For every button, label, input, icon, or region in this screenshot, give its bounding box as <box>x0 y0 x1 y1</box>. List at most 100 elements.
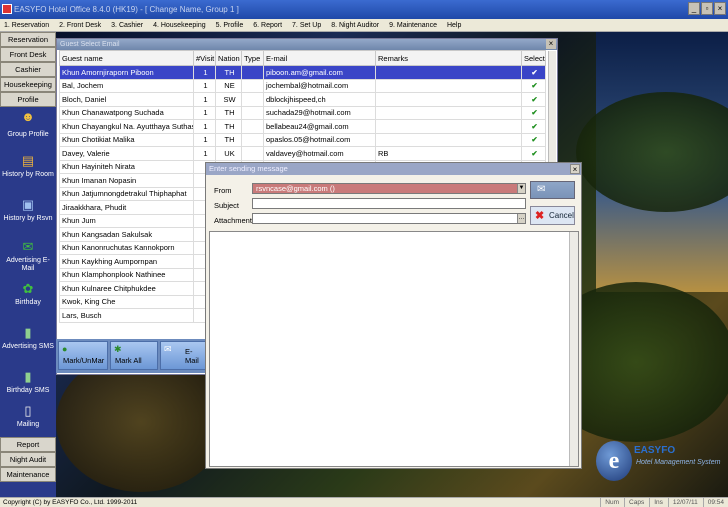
sidebar-birthday[interactable]: ✿ Birthday <box>0 279 56 323</box>
close-icon[interactable]: × <box>546 39 556 49</box>
cell-name: Khun Kangsadan Sakulsak <box>59 227 194 242</box>
menu-help[interactable]: Help <box>447 19 461 31</box>
table-row[interactable]: Khun Chanawatpong Suchada 1 TH suchada29@ho… <box>59 105 546 120</box>
attach-icon[interactable]: … <box>517 214 525 223</box>
cancel-icon: ✖ <box>535 210 545 222</box>
cell-select[interactable]: ✔ <box>521 65 546 80</box>
chevron-down-icon[interactable]: ▼ <box>517 184 525 193</box>
dialog-close-icon[interactable]: × <box>570 164 580 174</box>
sidebar-maintenance[interactable]: Maintenance <box>0 467 56 482</box>
sidebar-profile[interactable]: Profile <box>0 92 56 107</box>
col-nation[interactable]: Nation <box>215 50 242 66</box>
table-row[interactable]: Bloch, Daniel 1 SW dblockjhispeed,ch ✔ <box>59 92 546 107</box>
cancel-button[interactable]: ✖ Cancel <box>530 206 575 225</box>
email-icon: ✉ <box>164 344 172 354</box>
table-row[interactable]: Khun Amornjiraporn Piboon 1 TH piboon.am@gm… <box>59 65 546 80</box>
cell-email: jochembal@hotmail.com <box>263 78 376 93</box>
sidebar-housekeeping[interactable]: Housekeeping <box>0 77 56 92</box>
col-email[interactable]: E-mail <box>263 50 376 66</box>
col-select[interactable]: Select <box>521 50 546 66</box>
restore-button[interactable]: ▫ <box>701 2 713 15</box>
cell-name: Khun Kaykhing Aumpornpan <box>59 254 194 269</box>
cell-select[interactable]: ✔ <box>521 92 546 107</box>
cell-remarks: RB <box>375 146 522 161</box>
cell-remarks <box>375 119 522 134</box>
menu-cashier[interactable]: 3. Cashier <box>111 19 143 31</box>
menu-maintenance[interactable]: 9. Maintenance <box>389 19 437 31</box>
cell-select[interactable]: ✔ <box>521 105 546 120</box>
sidebar-front-desk[interactable]: Front Desk <box>0 47 56 62</box>
cell-name: Khun Imanan Nopasin <box>59 173 194 188</box>
copyright-text: Copyright (C) by EASYFO Co., Ltd. 1999-2… <box>3 499 138 506</box>
mark-all-icon: ✱ <box>114 344 122 354</box>
from-select[interactable]: rsvncase@gmail.com () ▼ <box>252 183 526 194</box>
mark-all-button[interactable]: ✱ Mark All <box>110 341 158 370</box>
menu-night-auditor[interactable]: 8. Night Auditor <box>331 19 379 31</box>
dialog-titlebar: Enter sending message × <box>206 163 581 175</box>
col-visit[interactable]: #Visit <box>193 50 216 66</box>
message-body[interactable] <box>209 231 579 467</box>
menu-profile[interactable]: 5. Profile <box>216 19 244 31</box>
menu-front-desk[interactable]: 2. Front Desk <box>59 19 101 31</box>
sidebar-history-rsvn[interactable]: ▣ History by Rsvn <box>0 195 56 237</box>
sidebar-reservation[interactable]: Reservation <box>0 32 56 47</box>
adv-sms-label: Advertising SMS <box>2 343 54 350</box>
sidebar-cashier[interactable]: Cashier <box>0 62 56 77</box>
col-guest-name[interactable]: Guest name <box>59 50 194 66</box>
subject-input[interactable] <box>252 198 526 209</box>
cell-name: Khun Kanonruchutas Kannokporn <box>59 240 194 255</box>
table-row[interactable]: Khun Chayangkul Na. Ayutthaya Suthasin 1 T… <box>59 119 546 134</box>
cell-select[interactable]: ✔ <box>521 146 546 161</box>
menu-reservation[interactable]: 1. Reservation <box>4 19 49 31</box>
cell-nation: TH <box>215 105 242 120</box>
attachment-input[interactable]: … <box>252 213 526 224</box>
cell-select[interactable]: ✔ <box>521 119 546 134</box>
cell-nation: SW <box>215 92 242 107</box>
table-row[interactable]: Bal, Jochem 1 NE jochembal@hotmail.com ✔ <box>59 78 546 93</box>
window-title: EASYFO Hotel Office 8.4.0 (HK19) - [ Cha… <box>14 5 239 14</box>
email-button[interactable]: ✉ E-Mail <box>160 341 206 370</box>
close-button[interactable]: × <box>714 2 726 15</box>
cell-name: Khun Chotikiat Malika <box>59 132 194 147</box>
cell-select[interactable]: ✔ <box>521 132 546 147</box>
menu-report[interactable]: 6. Report <box>253 19 282 31</box>
send-button[interactable]: ✉ <box>530 181 575 199</box>
col-remarks[interactable]: Remarks <box>375 50 522 66</box>
table-row[interactable]: Khun Chotikiat Malika 1 TH opaslos.05@hotma… <box>59 132 546 147</box>
sidebar-mailing[interactable]: ▯ Mailing <box>0 401 56 437</box>
table-row[interactable]: Davey, Valerie 1 UK valdavey@hotmail.com RB ✔ <box>59 146 546 161</box>
sidebar-night-audit[interactable]: Night Audit <box>0 452 56 467</box>
cell-name: Khun Hayiniteh Nirata <box>59 159 194 174</box>
sidebar-report[interactable]: Report <box>0 437 56 452</box>
sidebar-adv-sms[interactable]: ▮ Advertising SMS <box>0 323 56 367</box>
sidebar-group-profile[interactable]: Group Profile <box>0 129 56 151</box>
cell-remarks <box>375 105 522 120</box>
adv-email-label: Advertising E-Mail <box>6 257 50 272</box>
menu-set-up[interactable]: 7. Set Up <box>292 19 321 31</box>
cell-visit: 1 <box>193 105 216 120</box>
mark-unmark-button[interactable]: ● Mark/UnMar <box>58 341 108 370</box>
body-scrollbar[interactable] <box>569 232 578 466</box>
mark-icon: ● <box>62 344 68 354</box>
cell-nation: TH <box>215 65 242 80</box>
phone-icon: ▮ <box>24 369 32 384</box>
num-indicator: Num <box>600 498 623 507</box>
app-icon <box>2 4 12 14</box>
email-icon: ✉ <box>22 239 34 254</box>
sidebar-history-room[interactable]: ▤ History by Room <box>0 151 56 195</box>
cell-name: Davey, Valerie <box>59 146 194 161</box>
cell-select[interactable]: ✔ <box>521 78 546 93</box>
minimize-button[interactable]: _ <box>688 2 700 15</box>
cell-name: Khun Klamphonplook Nathinee <box>59 267 194 282</box>
cell-type <box>241 132 264 147</box>
group-profile-label: Group Profile <box>7 131 49 138</box>
sidebar-people[interactable]: ☻ <box>0 107 56 129</box>
cell-nation: TH <box>215 119 242 134</box>
col-type[interactable]: Type <box>241 50 264 66</box>
cell-visit: 1 <box>193 146 216 161</box>
from-label: From <box>214 186 232 195</box>
sidebar-birthday-sms[interactable]: ▮ Birthday SMS <box>0 367 56 401</box>
menu-housekeeping[interactable]: 4. Housekeeping <box>153 19 206 31</box>
sidebar-adv-email[interactable]: ✉ Advertising E-Mail <box>0 237 56 279</box>
cell-email: suchada29@hotmail.com <box>263 105 376 120</box>
